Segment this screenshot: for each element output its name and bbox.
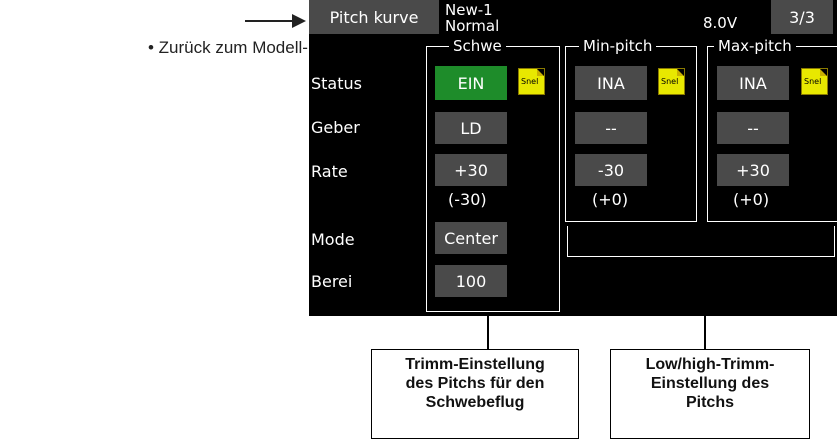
min-rate-button[interactable]: -30: [575, 154, 647, 186]
max-rate-sub: (+0): [733, 190, 770, 209]
max-pitch-group-title: Max-pitch: [714, 38, 796, 54]
hover-status-button[interactable]: EIN: [435, 66, 507, 100]
lowhigh-bracket: [567, 226, 835, 257]
hover-status-label: EIN: [457, 73, 485, 93]
hover-callout-line-3: Schwebeflug: [425, 394, 525, 411]
max-status-label: INA: [739, 73, 767, 93]
lowhigh-callout-line-1: Low/high-Trimm-: [645, 356, 775, 373]
row-label-status: Status: [311, 74, 362, 93]
lowhigh-callout-line: [704, 257, 706, 349]
hover-callout-line-2: des Pitchs für den: [405, 375, 545, 392]
max-rate-label: +30: [736, 160, 770, 180]
lowhigh-callout-line-2: Einstellung des: [650, 375, 770, 392]
hover-trim-callout: Trimm-Einstellung des Pitchs für den Sch…: [371, 349, 579, 439]
transmitter-screen: Pitch kurve New-1 Normal 8.0V 3/3 Schwe …: [309, 0, 837, 316]
min-geber-label: --: [605, 118, 617, 138]
battery-voltage: 8.0V: [703, 14, 738, 32]
min-geber-button[interactable]: --: [575, 112, 647, 144]
hover-mode-button[interactable]: Center: [435, 222, 507, 254]
hover-mode-label: Center: [444, 228, 498, 248]
min-snel-icon[interactable]: Snel: [658, 68, 685, 95]
hover-rate-label: +30: [454, 160, 488, 180]
snel-label: Snel: [804, 77, 822, 86]
snel-label: Snel: [661, 77, 679, 86]
min-status-button[interactable]: INA: [575, 66, 647, 100]
lowhigh-trim-callout: Low/high-Trimm- Einstellung des Pitchs: [610, 349, 810, 439]
hover-berei-label: 100: [455, 271, 487, 291]
hover-callout-line-1: Trimm-Einstellung: [405, 356, 545, 373]
arrow-line: [245, 20, 295, 22]
page-indicator-label: 3/3: [789, 7, 815, 27]
condition-name: Normal: [445, 17, 500, 35]
pitch-curve-back-button[interactable]: Pitch kurve: [309, 0, 439, 34]
model-name: New-1: [445, 1, 493, 19]
hover-group-title: Schwe: [449, 38, 506, 54]
min-rate-label: -30: [597, 160, 625, 180]
page-indicator-button[interactable]: 3/3: [771, 0, 833, 34]
row-label-berei: Berei: [311, 272, 353, 291]
lowhigh-callout-line-3: Pitchs: [685, 394, 734, 411]
hover-rate-sub: (-30): [448, 190, 487, 209]
hover-berei-button[interactable]: 100: [435, 265, 507, 297]
max-snel-icon[interactable]: Snel: [801, 68, 828, 95]
min-pitch-group-title: Min-pitch: [579, 38, 657, 54]
hover-callout-line: [487, 316, 489, 349]
max-geber-button[interactable]: --: [717, 112, 789, 144]
snel-label: Snel: [521, 77, 539, 86]
hover-geber-button[interactable]: LD: [435, 112, 507, 144]
row-label-rate: Rate: [311, 162, 348, 181]
title-button-label: Pitch kurve: [329, 7, 419, 27]
hover-rate-button[interactable]: +30: [435, 154, 507, 186]
hover-snel-icon[interactable]: Snel: [518, 68, 545, 95]
row-label-mode: Mode: [311, 230, 355, 249]
max-rate-button[interactable]: +30: [717, 154, 789, 186]
min-status-label: INA: [597, 73, 625, 93]
hover-geber-label: LD: [460, 118, 482, 138]
arrow-right-icon: [292, 14, 306, 28]
min-rate-sub: (+0): [592, 190, 629, 209]
row-label-geber: Geber: [311, 118, 360, 137]
max-status-button[interactable]: INA: [717, 66, 789, 100]
max-geber-label: --: [747, 118, 759, 138]
